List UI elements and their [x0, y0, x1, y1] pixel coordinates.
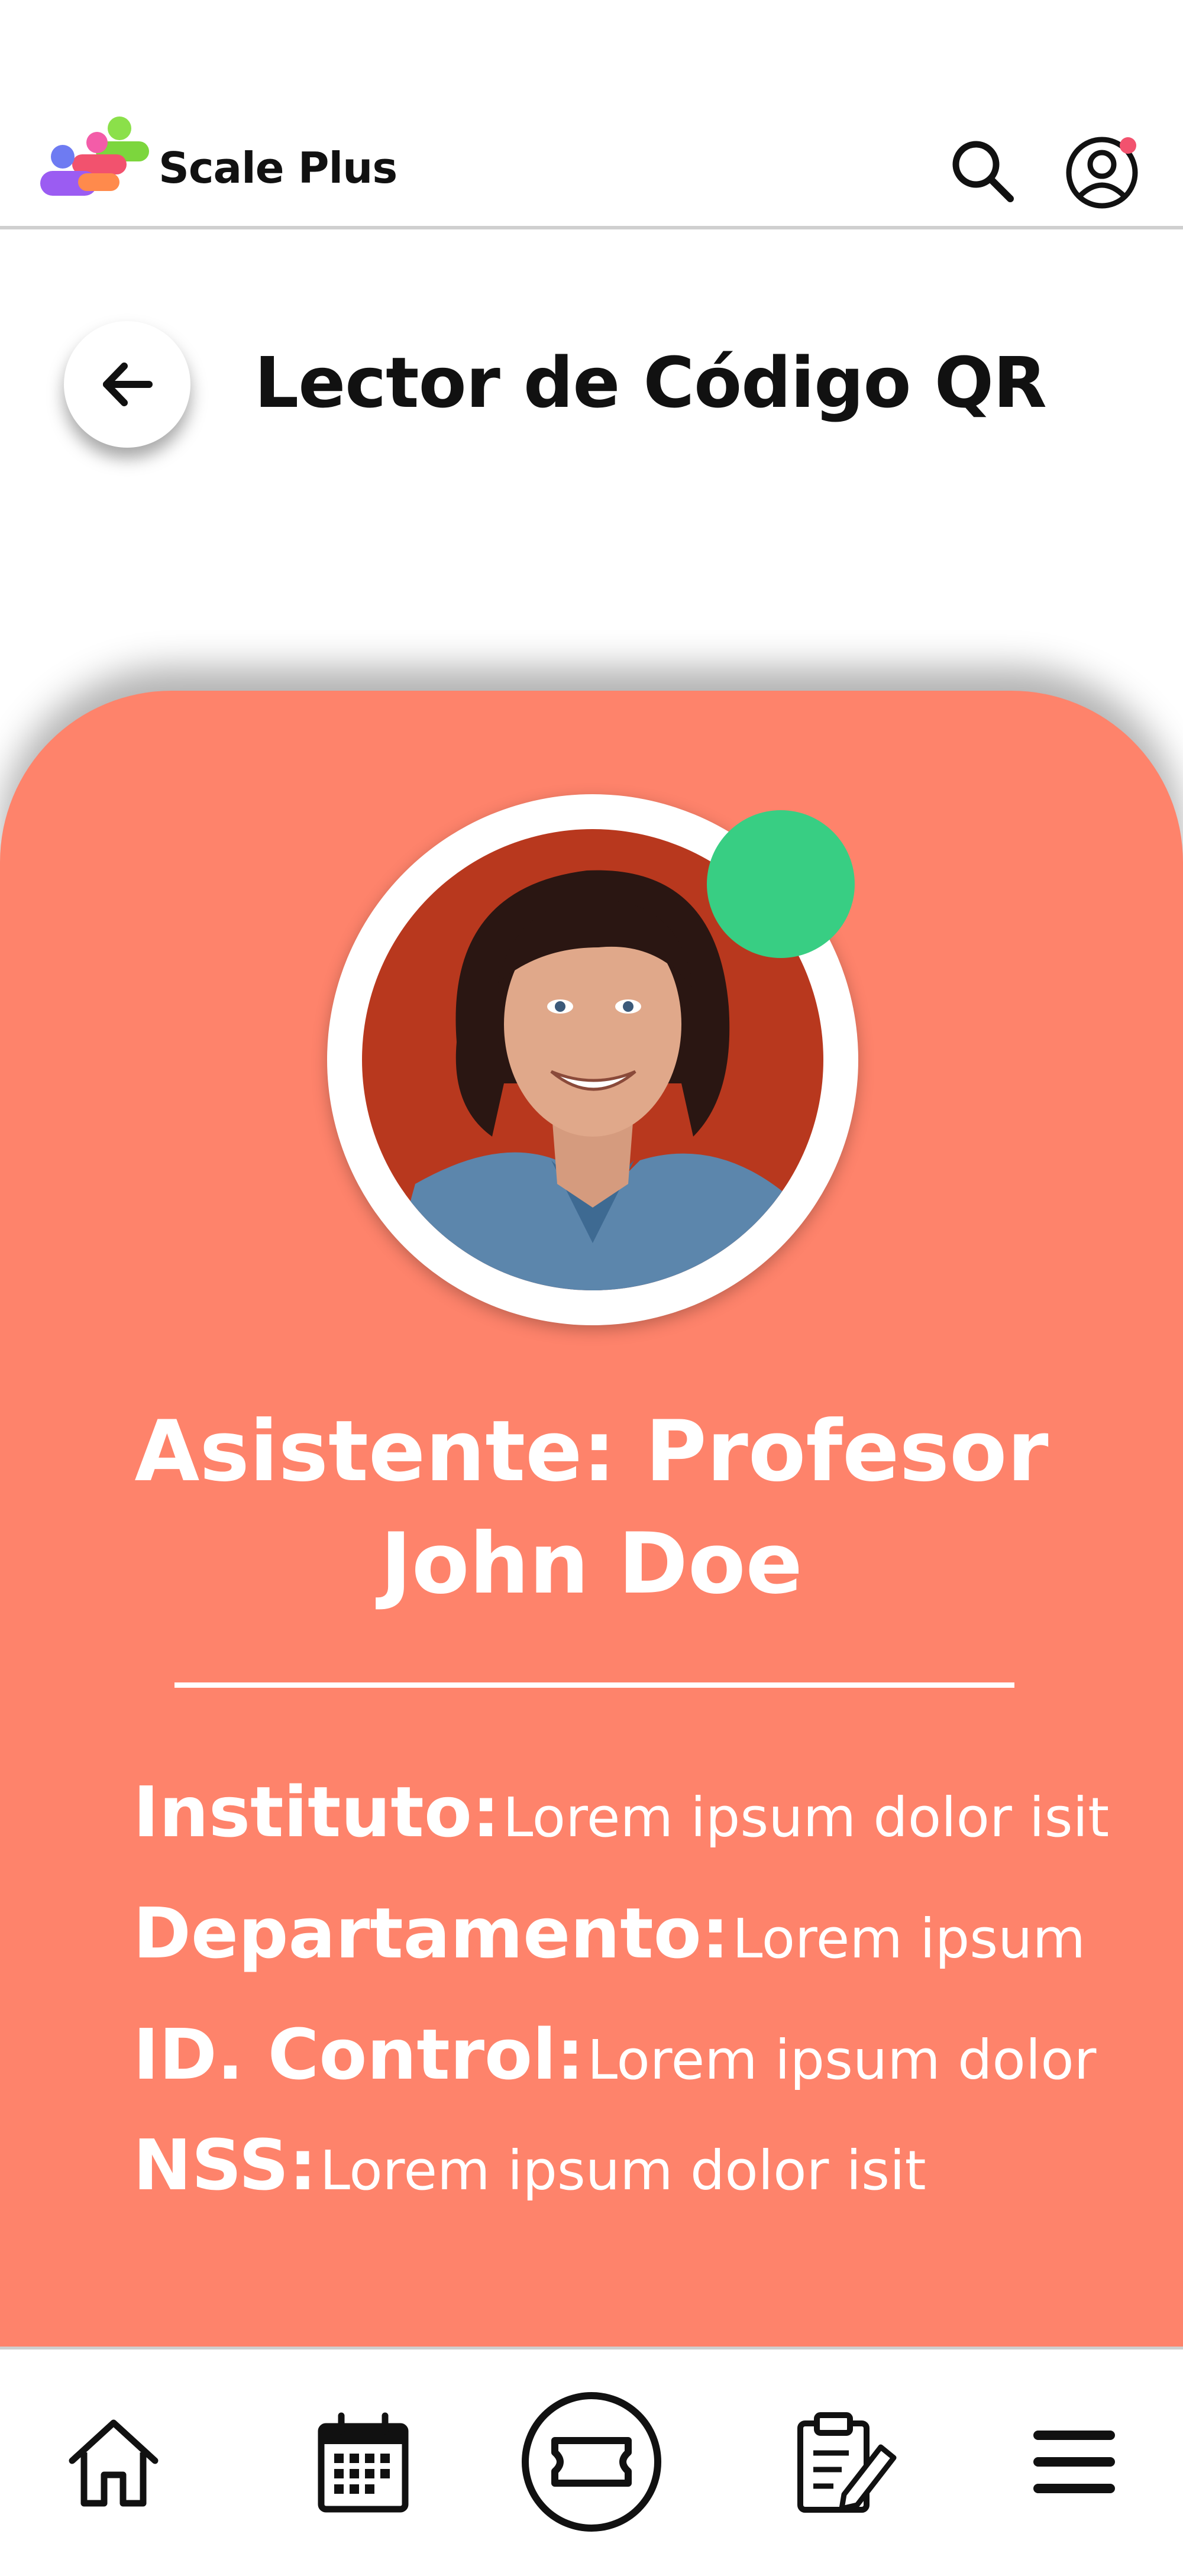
field-nss: NSS: Lorem ipsum dolor isit [133, 2124, 926, 2206]
home-icon [69, 2419, 159, 2507]
field-value: Lorem ipsum dolor [587, 2028, 1097, 2092]
field-value: Lorem ipsum dolor isit [503, 1786, 1110, 1849]
field-id-control: ID. Control: Lorem ipsum dolor [133, 2014, 1096, 2095]
nav-calendar[interactable] [298, 2385, 428, 2539]
logo-icon [37, 115, 155, 210]
user-circle-icon [1066, 137, 1138, 209]
arrow-left-icon [103, 363, 153, 406]
attendee-name-line: John Doe [380, 1515, 803, 1613]
field-value: Lorem ipsum [732, 1907, 1086, 1970]
field-label: NSS: [133, 2124, 317, 2206]
field-value: Lorem ipsum dolor isit [319, 2139, 926, 2202]
brand-name: Scale Plus [159, 143, 397, 193]
divider [174, 1682, 1014, 1688]
back-button[interactable] [64, 321, 190, 448]
menu-icon [1033, 2431, 1115, 2493]
nav-ticket[interactable] [521, 2385, 662, 2539]
profile-button[interactable] [1062, 130, 1145, 213]
attendee-role-line: Asistente: Profesor [134, 1403, 1049, 1500]
field-label: Instituto: [133, 1771, 500, 1853]
online-status-dot [707, 810, 855, 958]
clipboard-edit-icon [797, 2412, 897, 2513]
field-label: Departamento: [133, 1892, 729, 1974]
page-title: Lector de Código QR [254, 342, 1047, 423]
field-departamento: Departamento: Lorem ipsum [133, 1892, 1085, 1974]
nav-notes[interactable] [778, 2385, 909, 2539]
search-icon [952, 141, 1014, 202]
top-header: Scale Plus [0, 0, 1183, 229]
field-instituto: Instituto: Lorem ipsum dolor isit [133, 1771, 1109, 1853]
search-button[interactable] [946, 135, 1017, 206]
bottom-nav [0, 2347, 1183, 2576]
nav-menu[interactable] [1009, 2385, 1139, 2539]
ticket-icon [522, 2392, 661, 2532]
field-label: ID. Control: [133, 2014, 584, 2095]
nav-home[interactable] [49, 2385, 179, 2539]
calendar-icon [318, 2412, 409, 2513]
attendee-name: Asistente: Profesor John Doe [0, 1396, 1183, 1620]
